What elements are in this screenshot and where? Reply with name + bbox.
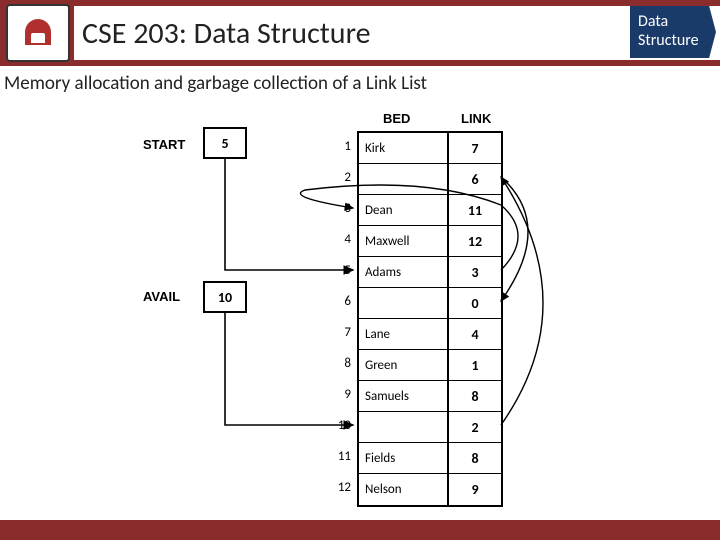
table-row: Dean11 — [359, 195, 501, 226]
table-row: 2 — [359, 412, 501, 443]
badge-line2: Structure — [638, 31, 708, 50]
table-row: Fields8 — [359, 443, 501, 474]
table-row: 0 — [359, 288, 501, 319]
table-row: Green1 — [359, 350, 501, 381]
slide-subtitle: Memory allocation and garbage collection… — [0, 66, 720, 101]
row-index: 7 — [335, 325, 351, 340]
row-index: 6 — [335, 294, 351, 309]
avail-box: 10 — [203, 281, 247, 313]
row-index: 4 — [335, 232, 351, 247]
row-index: 10 — [335, 418, 351, 433]
linked-list-diagram: START 5 AVAIL 10 BED LINK Kirk7 6 Dean11… — [125, 105, 595, 519]
table-row: Kirk7 — [359, 133, 501, 164]
start-value: 5 — [221, 135, 228, 152]
badge-line1: Data — [638, 12, 708, 31]
table-row: 6 — [359, 164, 501, 195]
memory-table: Kirk7 6 Dean11 Maxwell12 Adams3 0 Lane4 … — [357, 131, 503, 507]
slide-footer-bar — [0, 520, 720, 540]
row-index: 9 — [335, 387, 351, 402]
col-link-header: LINK — [461, 111, 491, 126]
table-row: Nelson9 — [359, 474, 501, 505]
title-container: CSE 203: Data Structure — [74, 6, 720, 60]
start-box: 5 — [203, 127, 247, 159]
row-index: 8 — [335, 356, 351, 371]
start-label: START — [143, 137, 185, 152]
university-logo — [6, 4, 70, 62]
row-index: 2 — [335, 170, 351, 185]
row-index: 3 — [335, 201, 351, 216]
slide-header: CSE 203: Data Structure Data Structure — [0, 0, 720, 66]
row-index: 5 — [335, 263, 351, 278]
avail-label: AVAIL — [143, 289, 180, 304]
row-index: 1 — [335, 139, 351, 154]
avail-value: 10 — [218, 289, 232, 306]
col-bed-header: BED — [383, 111, 410, 126]
table-row: Adams3 — [359, 257, 501, 288]
table-row: Lane4 — [359, 319, 501, 350]
row-index: 12 — [335, 480, 351, 495]
course-title: CSE 203: Data Structure — [82, 15, 371, 52]
table-row: Maxwell12 — [359, 226, 501, 257]
table-row: Samuels8 — [359, 381, 501, 412]
row-index: 11 — [335, 449, 351, 464]
topic-badge: Data Structure — [630, 6, 716, 58]
